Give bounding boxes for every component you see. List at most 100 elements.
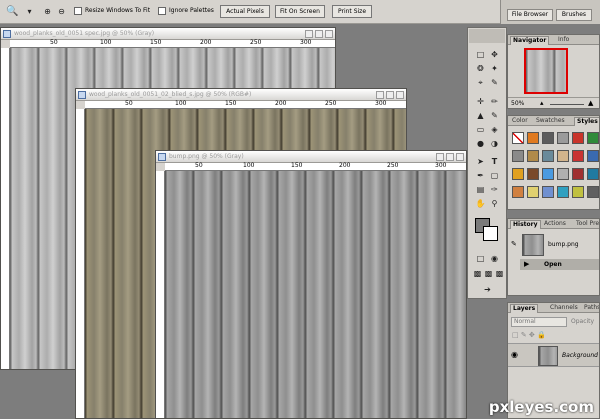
style-swatch[interactable] [557, 186, 569, 198]
tab-history[interactable]: History [510, 220, 541, 229]
close-button[interactable] [396, 91, 404, 99]
zoom-out-icon[interactable]: ⊖ [56, 6, 67, 17]
style-swatch[interactable] [542, 168, 554, 180]
paint-bucket-icon[interactable]: ◈ [489, 124, 500, 135]
maximize-button[interactable] [386, 91, 394, 99]
standard-mode-icon[interactable]: □ [475, 253, 486, 264]
path-selection-icon[interactable]: ➤ [475, 156, 486, 167]
minimize-button[interactable] [305, 30, 313, 38]
zoom-in-icon[interactable]: ▲ [588, 99, 593, 107]
chevron-down-icon[interactable]: ▾ [24, 6, 35, 17]
tab-actions[interactable]: Actions [542, 220, 568, 229]
style-swatch[interactable] [587, 168, 599, 180]
navigator-zoom-value[interactable]: 50% [511, 100, 524, 107]
pen-icon[interactable]: ✒ [475, 170, 486, 181]
shape-icon[interactable]: ▢ [489, 170, 500, 181]
style-swatch[interactable] [527, 150, 539, 162]
dodge-icon[interactable]: ◑ [489, 138, 500, 149]
history-snapshot[interactable]: ✎ bump.png [508, 232, 599, 258]
print-size-button[interactable]: Print Size [332, 5, 372, 18]
style-swatch[interactable] [557, 168, 569, 180]
screen-mode-standard-icon[interactable]: ▩ [472, 268, 483, 279]
style-swatch[interactable] [512, 186, 524, 198]
close-button[interactable] [456, 153, 464, 161]
blend-mode-select[interactable]: Normal [511, 317, 567, 327]
tab-styles[interactable]: Styles [574, 117, 599, 126]
eraser-icon[interactable]: ▭ [475, 124, 486, 135]
history-slider-icon[interactable]: ▶ [524, 260, 529, 268]
zoom-out-icon[interactable]: ▴ [540, 99, 544, 107]
style-swatch[interactable] [512, 150, 524, 162]
jump-to-imageready-icon[interactable]: ➔ [482, 284, 493, 295]
style-swatch[interactable] [572, 150, 584, 162]
document-canvas[interactable] [165, 171, 466, 418]
ignore-palettes-checkbox[interactable] [158, 7, 166, 15]
style-swatch[interactable] [572, 186, 584, 198]
hand-icon[interactable]: ✋ [475, 198, 486, 209]
toolbox-header[interactable] [469, 29, 505, 43]
minimize-button[interactable] [436, 153, 444, 161]
tab-navigator[interactable]: Navigator [510, 36, 550, 45]
notes-icon[interactable]: ▤ [475, 184, 486, 195]
eyedropper-icon[interactable]: ✑ [489, 184, 500, 195]
style-swatch[interactable] [587, 132, 599, 144]
style-swatch[interactable] [557, 150, 569, 162]
background-color-swatch[interactable] [483, 226, 498, 241]
minimize-button[interactable] [376, 91, 384, 99]
blur-icon[interactable]: ● [475, 138, 486, 149]
lock-icons[interactable]: □ ✎ ✥ 🔒 [512, 331, 546, 339]
history-brush-source-icon[interactable]: ✎ [511, 240, 517, 248]
maximize-button[interactable] [315, 30, 323, 38]
style-swatch[interactable] [572, 168, 584, 180]
brush-icon[interactable]: ✏ [489, 96, 500, 107]
style-swatch[interactable] [527, 132, 539, 144]
tab-color[interactable]: Color [510, 117, 530, 126]
clone-stamp-icon[interactable]: ▲ [475, 110, 486, 121]
history-state-open[interactable]: ▶ Open [520, 259, 599, 270]
style-swatch[interactable] [542, 132, 554, 144]
maximize-button[interactable] [446, 153, 454, 161]
palette-well-tab-brushes[interactable]: Brushes [556, 9, 592, 21]
document-window-bump[interactable]: bump.png @ 50% (Gray) 50 100 150 200 250… [155, 150, 467, 419]
layer-row-background[interactable]: ◉ Background [508, 343, 599, 367]
tab-tool-presets[interactable]: Tool Presets [574, 220, 599, 229]
zoom-tool-icon[interactable]: ⚲ [489, 198, 500, 209]
lasso-icon[interactable]: ❂ [475, 63, 486, 74]
tab-layers[interactable]: Layers [510, 304, 539, 313]
tab-info[interactable]: Info [556, 36, 571, 45]
fit-on-screen-button[interactable]: Fit On Screen [275, 5, 325, 18]
type-icon[interactable]: T [489, 156, 500, 167]
style-swatch[interactable] [527, 186, 539, 198]
move-icon[interactable]: ✥ [489, 49, 500, 60]
history-brush-icon[interactable]: ✎ [489, 110, 500, 121]
style-swatch[interactable] [527, 168, 539, 180]
magic-wand-icon[interactable]: ✦ [489, 63, 500, 74]
slice-icon[interactable]: ✎ [489, 77, 500, 88]
style-swatch[interactable] [542, 186, 554, 198]
navigator-thumbnail[interactable] [524, 48, 568, 94]
tab-swatches[interactable]: Swatches [534, 117, 567, 126]
tab-paths[interactable]: Paths [582, 304, 599, 313]
zoom-slider[interactable] [550, 104, 584, 105]
close-button[interactable] [325, 30, 333, 38]
actual-pixels-button[interactable]: Actual Pixels [220, 5, 270, 18]
style-swatch[interactable] [512, 168, 524, 180]
zoom-in-icon[interactable]: ⊕ [42, 6, 53, 17]
crop-icon[interactable]: ⌖ [475, 77, 486, 88]
style-swatch[interactable] [572, 132, 584, 144]
style-swatch[interactable] [557, 132, 569, 144]
screen-mode-full-icon[interactable]: ▩ [494, 268, 505, 279]
screen-mode-full-menu-icon[interactable]: ▩ [483, 268, 494, 279]
style-swatch[interactable] [587, 186, 599, 198]
quick-mask-icon[interactable]: ◉ [489, 253, 500, 264]
healing-brush-icon[interactable]: ✛ [475, 96, 486, 107]
tab-channels[interactable]: Channels [548, 304, 580, 313]
resize-windows-checkbox[interactable] [74, 7, 82, 15]
palette-well-tab-file-browser[interactable]: File Browser [507, 9, 553, 21]
style-swatch[interactable] [587, 150, 599, 162]
eye-icon[interactable]: ◉ [511, 350, 518, 359]
style-swatch-none[interactable] [512, 132, 524, 144]
zoom-icon[interactable]: 🔍 [6, 6, 18, 17]
style-swatch[interactable] [542, 150, 554, 162]
marquee-icon[interactable]: □ [475, 49, 486, 60]
